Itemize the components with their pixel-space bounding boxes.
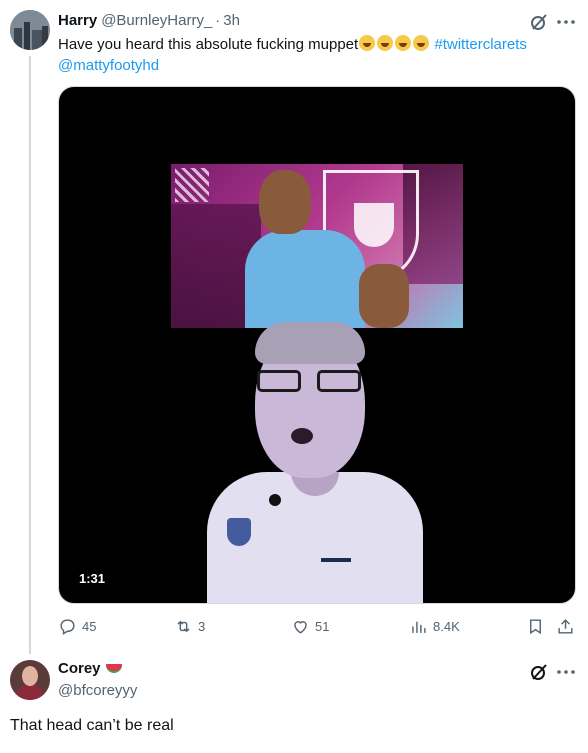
video-person	[59, 322, 575, 603]
grok-icon[interactable]	[530, 663, 548, 681]
repost-count: 3	[198, 619, 206, 634]
reply-tweet: Corey @bfcoreyyy That head can’t be real	[0, 650, 588, 753]
mention-link[interactable]: @mattyfootyhd	[58, 57, 159, 74]
heart-icon	[294, 621, 307, 634]
watermelon-emoji	[105, 664, 122, 673]
player-arm-graphic	[359, 264, 409, 328]
person-mouth	[291, 428, 313, 444]
reply-author-display-name[interactable]: Corey	[58, 660, 101, 677]
avatar-image-icon	[10, 10, 50, 50]
rolling-on-floor-laughing-emoji	[359, 35, 376, 51]
reply-text: That head can’t be real	[10, 717, 174, 734]
more-options-icon[interactable]	[556, 12, 576, 32]
bookmark-button[interactable]	[526, 617, 545, 636]
reply-icon	[60, 619, 75, 635]
reply-button[interactable]: 45	[58, 617, 96, 636]
like-button[interactable]: 51	[291, 617, 329, 636]
view-count: 8.4K	[433, 619, 460, 634]
tweet-text: Have you heard this absolute fucking mup…	[58, 34, 578, 76]
rolling-on-floor-laughing-emoji	[395, 35, 412, 51]
rolling-on-floor-laughing-emoji	[377, 35, 394, 51]
views-chart-icon	[412, 621, 426, 633]
reply-author-name-row: Corey	[58, 660, 122, 677]
reply-author-handle[interactable]: @bfcoreyyy	[58, 682, 137, 699]
shirt-badge	[227, 518, 251, 546]
grok-icon[interactable]	[530, 13, 548, 31]
tweet-actions-bar: 45 3 51 8.4K	[58, 617, 578, 637]
tweet-timestamp[interactable]: 3h	[223, 12, 240, 29]
microphone-icon	[269, 494, 281, 506]
avatar-shirt	[16, 684, 44, 700]
bookmark-icon	[530, 619, 541, 635]
views-button[interactable]: 8.4K	[409, 617, 460, 636]
stripe-pattern	[175, 168, 209, 202]
share-button[interactable]	[556, 617, 575, 636]
header-separator: ·	[215, 12, 221, 29]
rolling-on-floor-laughing-emoji	[413, 35, 430, 51]
video-duration-badge: 1:31	[73, 569, 112, 589]
author-display-name[interactable]: Harry	[58, 12, 97, 29]
person-hair	[255, 322, 365, 364]
author-avatar[interactable]	[10, 10, 50, 50]
player-head-graphic	[259, 170, 311, 234]
reply-author-avatar[interactable]	[10, 660, 50, 700]
author-handle[interactable]: @BurnleyHarry_	[101, 12, 212, 29]
thread-connector-line	[29, 56, 31, 654]
reply-count: 45	[82, 619, 97, 634]
video-player[interactable]: 1:31	[58, 86, 576, 604]
person-glasses	[257, 370, 361, 392]
avatar-face	[22, 666, 38, 686]
repost-button[interactable]: 3	[174, 617, 205, 636]
tweet-header: Harry @BurnleyHarry_ · 3h	[58, 12, 240, 29]
player-shirt-graphic	[245, 230, 365, 328]
share-icon	[558, 619, 573, 634]
video-thumbnail-graphic	[171, 164, 463, 328]
hashtag-link[interactable]: #twitterclarets	[434, 36, 527, 53]
more-options-icon[interactable]	[556, 662, 576, 682]
repost-icon	[177, 620, 190, 633]
shirt-logo	[321, 558, 351, 572]
like-count: 51	[315, 619, 330, 634]
tweet-text-body: Have you heard this absolute fucking mup…	[58, 36, 359, 53]
tweet: Harry @BurnleyHarry_ · 3h Have you heard…	[0, 0, 588, 654]
